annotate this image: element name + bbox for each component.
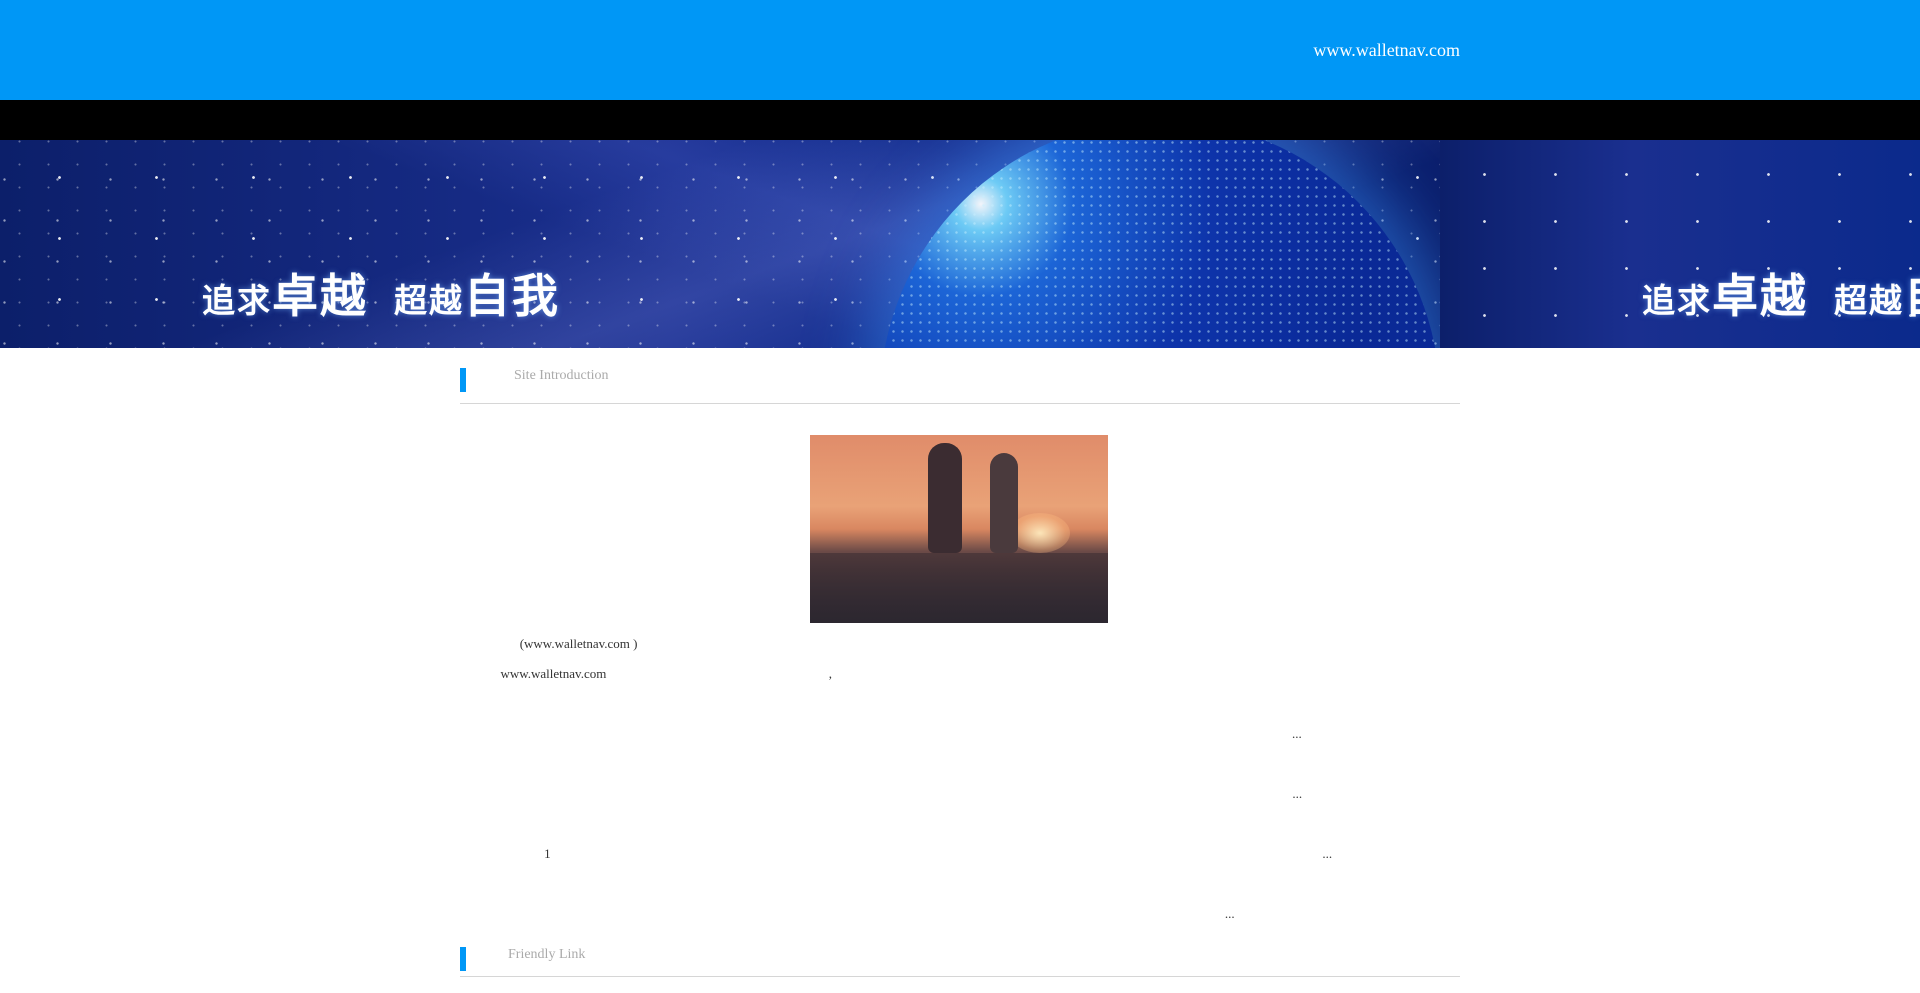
intro-paragraph:                                         … — [460, 906, 1235, 921]
nav-item[interactable]:     — [578, 100, 696, 140]
nav-list:                                  — [460, 100, 1460, 140]
intro-paragraph:     — [460, 816, 491, 831]
nav-item[interactable]:     — [1286, 100, 1404, 140]
site-name[interactable]:       — [460, 34, 561, 66]
slogan-part: 自我 — [464, 269, 560, 323]
intro-paragraph:                                         … — [460, 726, 1302, 741]
main-nav:                                  — [0, 100, 1920, 140]
main-content:      Site Introduction      (www.walletn… — [460, 357, 1460, 977]
intro-paragraph:      (www.walletnav.com ) — [476, 636, 638, 651]
nav-item[interactable]:     — [696, 100, 814, 140]
intro-paragraph:     — [460, 876, 491, 891]
intro-title-en: Site Introduction — [514, 368, 609, 383]
slogan-part: 卓越 — [272, 269, 368, 323]
slogan-part: 自我 — [1904, 269, 1920, 323]
nav-item[interactable]:     — [1050, 100, 1168, 140]
intro-section-title:      Site Introduction — [460, 357, 1460, 404]
friend-link-section:     Friendly Link — [460, 936, 1460, 977]
title-accent-bar — [460, 368, 466, 392]
hero-banner: 追求卓越超越自我 追求卓越超越自我 — [0, 140, 1920, 348]
slogan-part: 卓越 — [1712, 269, 1808, 323]
friend-section-title:     Friendly Link — [460, 936, 1460, 977]
slogan-part: 超越 — [394, 281, 464, 320]
intro-text:      (www.walletnav.com )     www.wallet… — [460, 629, 1460, 929]
nav-item[interactable]:     — [1168, 100, 1286, 140]
slogan-part: 追求 — [202, 281, 272, 320]
intro-paragraph:          1                              … — [460, 846, 1333, 861]
intro-paragraph:     www.walletnav.com                   … — [460, 666, 1186, 681]
intro-title-cn:      — [476, 368, 517, 383]
nav-item[interactable]:     — [814, 100, 932, 140]
banner-slogan: 追求卓越 超越自我 — [202, 260, 560, 326]
slogan-part: 追求 — [1642, 281, 1712, 320]
intro-photo — [810, 435, 1108, 623]
site-url[interactable]: www.walletnav.com — [1313, 39, 1460, 61]
banner-slogan-repeat: 追求卓越超越自我 — [1642, 260, 1920, 326]
intro-paragraph:                                         … — [460, 786, 1303, 801]
friend-title-en: Friendly Link — [508, 947, 586, 962]
title-accent-bar — [460, 947, 466, 971]
slogan-part: 超越 — [1834, 281, 1904, 320]
friend-title-cn:     — [476, 947, 507, 962]
site-header:       www.walletnav.com — [0, 0, 1920, 100]
intro-paragraph:     — [460, 696, 491, 711]
nav-item-home[interactable]:      — [460, 100, 578, 140]
intro-paragraph:     — [460, 756, 491, 771]
nav-item[interactable]:     — [932, 100, 1050, 140]
